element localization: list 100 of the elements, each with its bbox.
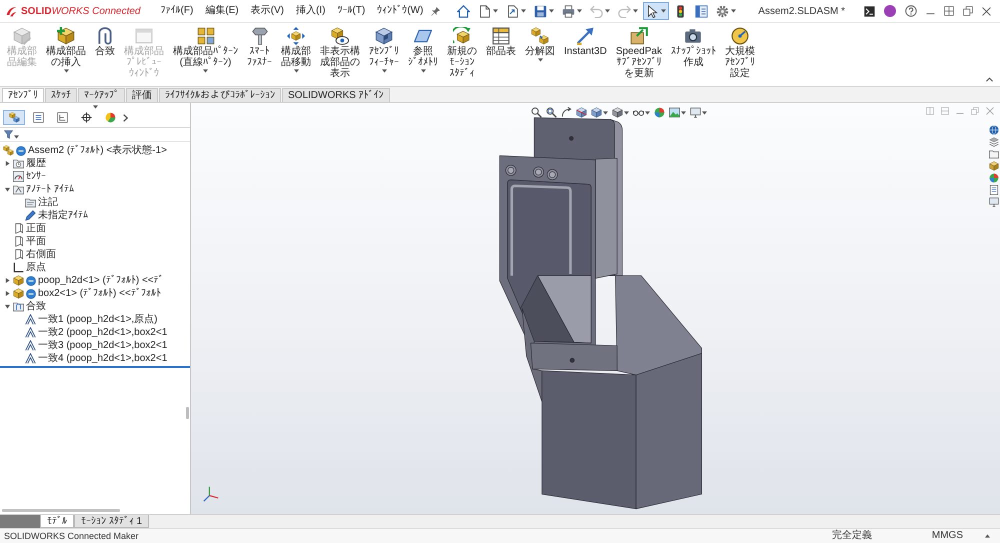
globe-icon[interactable] [989, 125, 999, 135]
ribbon-button[interactable]: ｽﾏｰﾄﾌｧｽﾅｰ [244, 26, 275, 69]
tree-item[interactable]: poop_h2d<1> (ﾃﾞﾌｫﾙﾄ) <<ﾃﾞ [0, 274, 190, 287]
avatar-icon[interactable] [884, 5, 896, 17]
view-cube-icon [590, 107, 602, 118]
ribbon-button[interactable]: 分解図 [522, 26, 558, 63]
folder-icon[interactable] [989, 149, 999, 159]
menu-item[interactable]: 挿入(I) [292, 3, 330, 19]
tree-item[interactable]: box2<1> (ﾃﾞﾌｫﾙﾄ) <<ﾃﾞﾌｫﾙﾄ [0, 287, 190, 300]
expand-arrow-icon[interactable] [4, 187, 10, 192]
zoom-area-icon [546, 107, 557, 118]
cube-icon[interactable] [989, 161, 999, 171]
pin-icon[interactable] [431, 6, 440, 16]
ribbon-tab[interactable]: ｱｾﾝﾌﾞﾘ [2, 88, 44, 102]
ribbon-button[interactable]: Instant3D [561, 26, 610, 58]
select-button[interactable] [643, 2, 670, 20]
view-tool-button[interactable] [560, 107, 572, 118]
color-ball-icon[interactable] [989, 173, 999, 183]
expand-arrow-icon[interactable] [4, 278, 10, 283]
document-icon[interactable] [989, 185, 999, 195]
view-tool-button[interactable] [546, 107, 557, 118]
expand-arrow-icon[interactable] [4, 304, 10, 309]
gear-icon [716, 4, 730, 18]
tree-item[interactable]: 右側面 [0, 248, 190, 261]
view-tool-button[interactable] [612, 107, 629, 118]
plane-icon [414, 27, 432, 45]
view-tool-button[interactable] [668, 107, 686, 118]
tree-item[interactable]: 一致3 (poop_h2d<1>,box2<1 [0, 339, 190, 352]
ribbon-button[interactable]: 非表示構成部品の表示 [317, 26, 363, 80]
tree-item[interactable]: 一致1 (poop_h2d<1>,原点) [0, 313, 190, 326]
shaded-cube-icon [612, 107, 623, 118]
ribbon-button[interactable]: 部品表 [483, 26, 519, 58]
tree-item[interactable]: 原点 [0, 261, 190, 274]
cube-arrows-icon [287, 27, 305, 45]
view-tool-button[interactable] [590, 107, 608, 118]
chevron-right-icon[interactable] [123, 114, 128, 122]
menu-item[interactable]: ﾌｧｲﾙ(F) [156, 3, 198, 19]
caret-icon [602, 110, 608, 114]
view-tool-button[interactable] [576, 107, 587, 118]
ribbon-button[interactable]: 構成部品ﾊﾟﾀｰﾝ (直線ﾊﾟﾀｰﾝ) [170, 26, 241, 74]
ribbon-button[interactable]: 合致 [92, 26, 118, 58]
menu-item[interactable]: ﾂｰﾙ(T) [333, 3, 370, 19]
ribbon-tab[interactable]: 評価 [126, 88, 158, 102]
scrollbar-thumb[interactable] [2, 509, 120, 512]
tree-item[interactable]: 履歴 [0, 157, 190, 170]
cube-icon [13, 275, 24, 286]
cube-stack-icon [8, 112, 20, 123]
tile-icon[interactable] [926, 107, 934, 115]
terminal-icon[interactable] [864, 6, 875, 16]
tree-item[interactable]: 正面 [0, 222, 190, 235]
ribbon-button[interactable]: ｱｾﾝﾌﾞﾘﾌｨｰﾁｬｰ [366, 26, 402, 74]
ribbon-button[interactable]: 参照ｼﾞｵﾒﾄﾘ [405, 26, 441, 74]
ribbon-tab[interactable]: ｽｹｯﾁ [45, 88, 77, 102]
ribbon-tab[interactable]: SOLIDWORKS ｱﾄﾞｲﾝ [282, 88, 390, 102]
close-icon[interactable] [982, 6, 991, 16]
view-tool-button[interactable] [530, 107, 542, 118]
restore-icon[interactable] [963, 6, 973, 16]
tree-item[interactable]: ｱﾉﾃｰﾄ ｱｲﾃﾑ [0, 183, 190, 196]
tree-item[interactable]: 合致 [0, 300, 190, 313]
tile-icon[interactable] [941, 107, 949, 115]
menu-item[interactable]: 表示(V) [246, 3, 288, 19]
ribbon-tab[interactable]: ﾗｲﾌｻｲｸﾙおよびｺﾗﾎﾞﾚｰｼｮﾝ [159, 88, 281, 102]
curved-arrow-icon [560, 107, 572, 118]
view-tool-button[interactable] [690, 107, 707, 118]
caret-icon [680, 110, 686, 114]
expand-arrow-icon[interactable] [4, 161, 10, 166]
table-icon [492, 27, 510, 45]
status-text: 完全定義 [832, 530, 872, 542]
menu-item[interactable]: ｳｨﾝﾄﾞｳ(W) [373, 3, 428, 19]
help-icon[interactable] [905, 5, 917, 17]
caret-icon[interactable] [985, 534, 990, 538]
ribbon-button[interactable]: 新規のﾓｰｼｮﾝｽﾀﾃﾞｨ [444, 26, 480, 80]
tree-item[interactable]: 一致2 (poop_h2d<1>,box2<1 [0, 326, 190, 339]
redo-arrow-icon [618, 4, 632, 18]
ribbon-tab[interactable]: ﾏｰｸｱｯﾌﾟ [78, 88, 125, 102]
tree-item[interactable]: 一致4 (poop_h2d<1>,box2<1 [0, 352, 190, 365]
menu-item[interactable]: 編集(E) [201, 3, 243, 19]
chevron-up-icon[interactable] [986, 77, 993, 82]
model-tab[interactable]: ﾓｰｼｮﾝ ｽﾀﾃﾞｨ 1 [74, 515, 150, 528]
layers-icon[interactable] [989, 137, 999, 147]
ribbon-button[interactable]: SpeedPak ｻﾌﾞｱｾﾝﾌﾞﾘを更新 [612, 26, 665, 80]
ribbon-button[interactable]: 構成部品移動 [278, 26, 314, 74]
camera-icon [684, 27, 702, 45]
filter-button[interactable] [4, 130, 19, 139]
ribbon-button[interactable]: 大規模ｱｾﾝﾌﾞﾘ設定 [722, 26, 758, 80]
tree-item[interactable]: ｾﾝｻｰ [0, 170, 190, 183]
ribbon-button[interactable]: 構成部品の挿入 [43, 26, 89, 74]
ribbon-button[interactable]: ｽﾅｯﾌﾟｼｮｯﾄ作成 [668, 26, 719, 69]
tree-item[interactable]: 注記 [0, 196, 190, 209]
minus-circle-icon [26, 288, 36, 298]
tree-item[interactable]: 平面 [0, 235, 190, 248]
monitor-icon[interactable] [989, 197, 999, 207]
tree-item[interactable]: Assem2 (ﾃﾞﾌｫﾙﾄ) <表示状態-1> [0, 144, 190, 157]
tree-item[interactable]: 未指定ｱｲﾃﾑ [0, 209, 190, 222]
splitter-handle[interactable] [186, 407, 189, 420]
cube-pencil-icon [13, 27, 31, 45]
tile-icon[interactable] [944, 6, 954, 16]
model-tab[interactable]: ﾓﾃﾞﾙ [40, 515, 74, 528]
units-text[interactable]: MMGS [932, 530, 963, 542]
expand-arrow-icon[interactable] [4, 291, 10, 296]
